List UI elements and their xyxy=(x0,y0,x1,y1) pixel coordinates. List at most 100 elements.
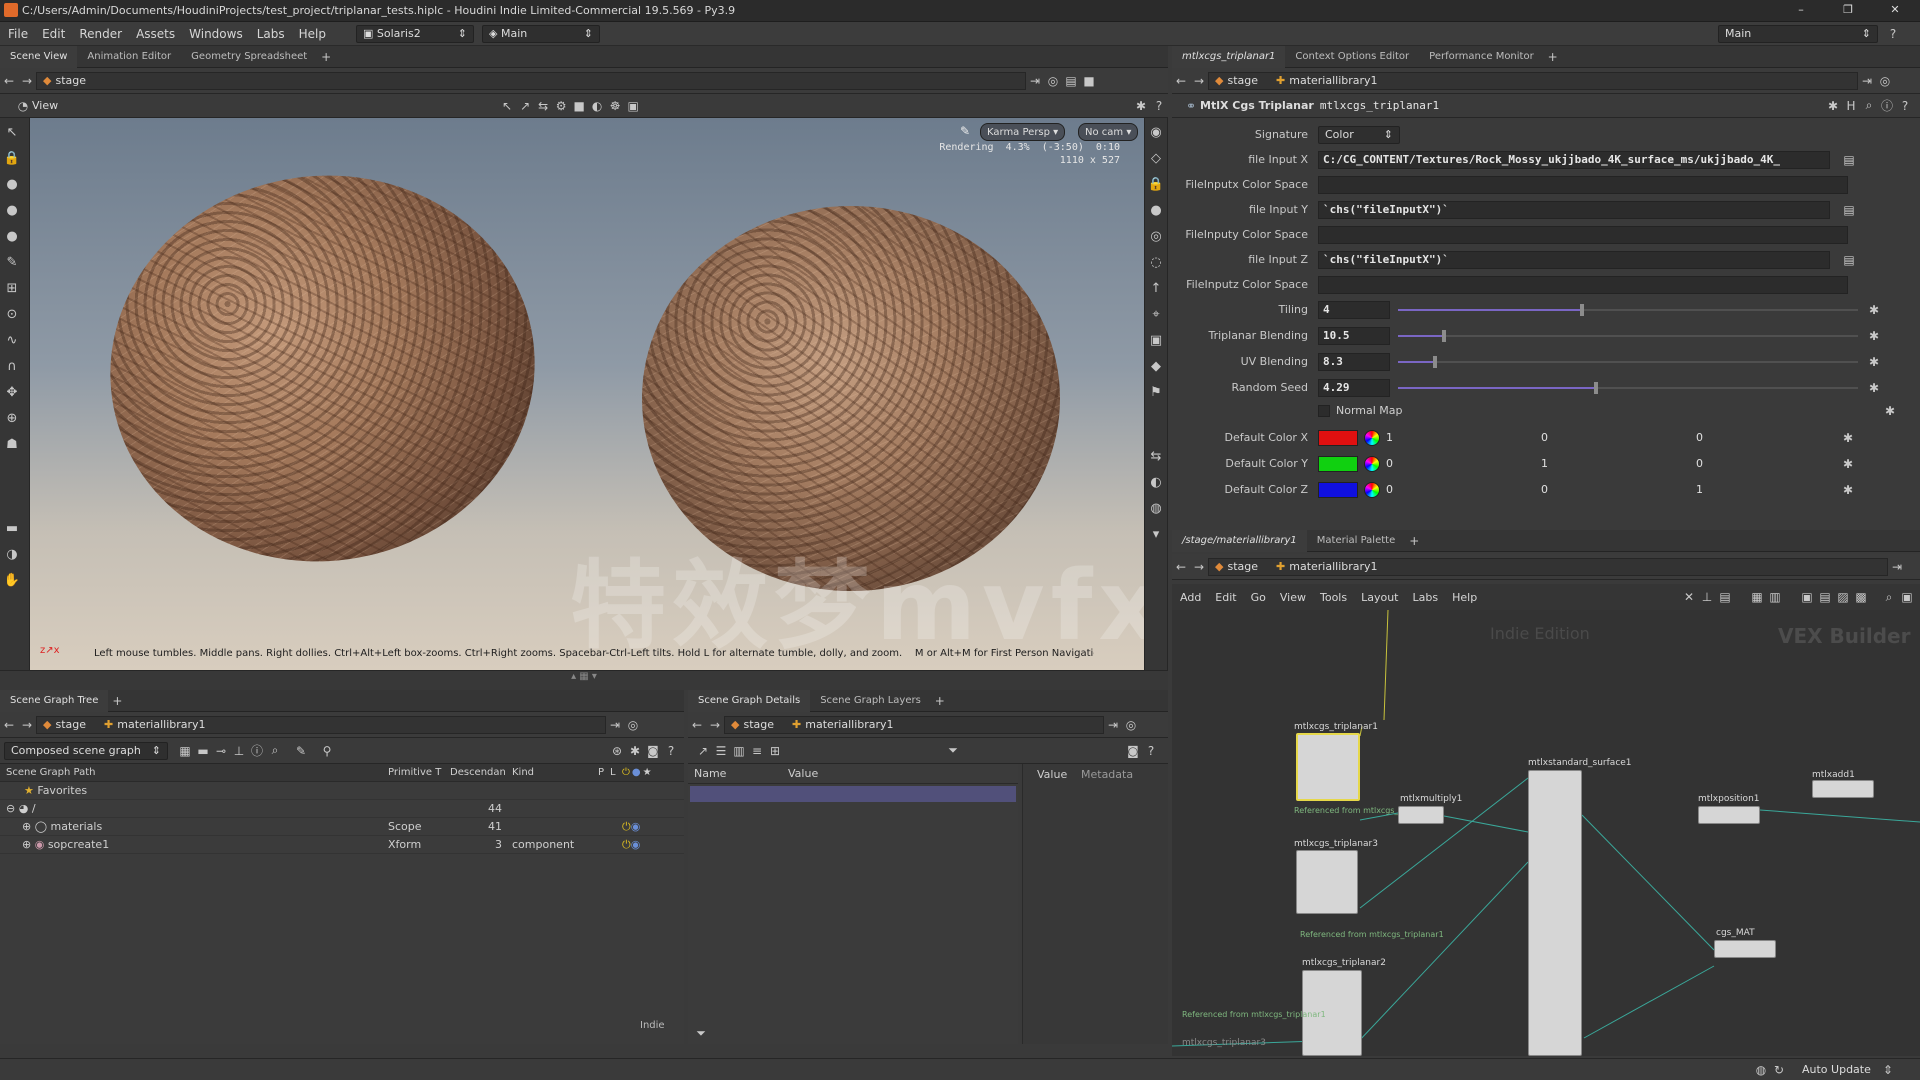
remove-icon[interactable]: ▬ xyxy=(194,742,212,760)
tiling-slider[interactable] xyxy=(1398,301,1858,319)
pin-icon[interactable]: ⇥ xyxy=(1026,72,1044,90)
lock-icon[interactable]: 🔒 xyxy=(0,146,24,170)
right-context-dropdown[interactable]: Main ⇕ xyxy=(1718,24,1878,43)
display-layer-icon[interactable]: ▣ xyxy=(1145,328,1167,352)
hand-icon[interactable]: ✋ xyxy=(0,568,24,592)
tab-param-node[interactable]: mtlxcgs_triplanar1 xyxy=(1172,45,1286,68)
gear-icon[interactable]: ✱ xyxy=(1882,404,1898,418)
tab-network-path[interactable]: /stage/materiallibrary1 xyxy=(1172,529,1307,552)
snap-icon[interactable]: ⇆ xyxy=(534,97,552,115)
info-icon[interactable]: ⓘ xyxy=(248,742,266,760)
camera-icon[interactable]: ◙ xyxy=(644,742,662,760)
color-y-g[interactable]: 1 xyxy=(1535,457,1690,470)
col-primitive-type[interactable]: Primitive T xyxy=(388,767,450,778)
chat-icon[interactable]: ◍ xyxy=(1752,1061,1770,1079)
shadow-icon[interactable]: ◐ xyxy=(1145,470,1167,494)
file-input-x-field[interactable]: C:/CG_CONTENT/Textures/Rock_Mossy_ukjjba… xyxy=(1318,150,1830,169)
tree-row[interactable]: ⊕ ◉ sopcreate1 Xform 3 component ⏻ ◉ xyxy=(0,836,684,854)
path-stage[interactable]: ◆ stage xyxy=(36,71,1026,90)
node-mtlxposition1[interactable] xyxy=(1698,806,1760,824)
select-mode-icon[interactable]: ↖ xyxy=(498,97,516,115)
tab-scene-graph-layers[interactable]: Scene Graph Layers xyxy=(810,690,931,712)
wrench-icon[interactable]: ✕ xyxy=(1680,588,1698,606)
node-name[interactable]: mtlxcgs_triplanar1 xyxy=(1320,99,1439,112)
chevron-up-down-icon[interactable]: ⇕ xyxy=(1879,1061,1897,1079)
ghost-display-icon[interactable]: ◇ xyxy=(1145,146,1167,170)
display-options-icon[interactable]: ✱ xyxy=(1132,97,1150,115)
forward-icon[interactable]: → xyxy=(1190,72,1208,90)
visibility-toggle-icon[interactable]: ◉ xyxy=(631,820,641,833)
badge-icon[interactable]: ▣ xyxy=(1798,588,1816,606)
collapse-icon[interactable]: ⊖ xyxy=(6,802,15,815)
network-canvas[interactable]: Indie Edition VEX Builder mtlxcgs_tripla… xyxy=(1172,610,1920,1056)
camera-icon[interactable]: ◙ xyxy=(1124,742,1142,760)
tab-scene-graph-tree[interactable]: Scene Graph Tree xyxy=(0,689,109,712)
net-menu-view[interactable]: View xyxy=(1280,591,1306,604)
pane-splitter[interactable]: ▴ ▦ ▾ xyxy=(0,670,1168,690)
color-wheel-icon[interactable] xyxy=(1364,455,1380,472)
search-icon[interactable]: ⌕ xyxy=(1860,97,1878,115)
tab-metadata[interactable]: Metadata xyxy=(1081,768,1133,781)
sgd-path[interactable]: ◆ stage ✚ materiallibrary1 xyxy=(724,715,1104,734)
collection-icon[interactable]: ▦ xyxy=(176,742,194,760)
pin-icon[interactable]: ⇥ xyxy=(606,716,624,734)
tree-icon[interactable]: ⊞ xyxy=(766,742,784,760)
network-path[interactable]: ◆ stage ✚ materiallibrary1 xyxy=(1208,557,1888,576)
net-menu-go[interactable]: Go xyxy=(1251,591,1266,604)
color-z-g[interactable]: 0 xyxy=(1535,483,1690,496)
add-tab-icon[interactable]: + xyxy=(108,692,126,710)
gear-icon[interactable]: ✱ xyxy=(1866,329,1882,343)
back-icon[interactable]: ← xyxy=(0,716,18,734)
tab-scene-graph-details[interactable]: Scene Graph Details xyxy=(688,689,811,712)
flip-icon[interactable]: ⇆ xyxy=(1145,444,1167,468)
color-x-swatch[interactable] xyxy=(1318,429,1358,446)
gear-icon[interactable]: ✱ xyxy=(1866,381,1882,395)
back-icon[interactable]: ← xyxy=(0,72,18,90)
node-mtlxstandard-surface1[interactable] xyxy=(1528,770,1582,1056)
split-icon[interactable]: ▤ xyxy=(1062,72,1080,90)
expand-icon[interactable]: ⊕ xyxy=(22,838,31,851)
settings-icon[interactable]: ✱ xyxy=(626,742,644,760)
color-z-b[interactable]: 1 xyxy=(1690,483,1840,496)
handle-tool-icon[interactable]: ⊙ xyxy=(0,302,24,326)
maximize-pane-icon[interactable]: ■ xyxy=(1080,72,1098,90)
col-scene-graph-path[interactable]: Scene Graph Path xyxy=(0,767,388,778)
ghost-icon[interactable]: ◑ xyxy=(0,542,24,566)
eye-icon[interactable]: ◉ xyxy=(1145,120,1167,144)
uv-blending-slider[interactable] xyxy=(1398,353,1858,371)
menu-render[interactable]: Render xyxy=(79,27,122,41)
render-icon[interactable]: ⚙ xyxy=(552,97,570,115)
menu-file[interactable]: File xyxy=(8,27,28,41)
list-view-icon[interactable]: ▥ xyxy=(1766,588,1784,606)
link-prims-icon[interactable]: ⊸ xyxy=(212,742,230,760)
gear-icon[interactable]: ✱ xyxy=(1866,355,1882,369)
pipette-icon[interactable]: ✎ xyxy=(956,122,974,140)
cam-menu[interactable]: No cam ▾ xyxy=(1078,123,1139,141)
desktop-dropdown[interactable]: ▣ Solaris2 ⇕ xyxy=(356,24,474,43)
back-icon[interactable]: ← xyxy=(1172,72,1190,90)
camera-settings-icon[interactable]: ☸ xyxy=(606,97,624,115)
color-wheel-icon[interactable] xyxy=(1364,481,1380,498)
link-icon[interactable]: ◎ xyxy=(1122,716,1140,734)
image-icon[interactable]: ▨ xyxy=(1834,588,1852,606)
add-tab-icon[interactable]: + xyxy=(1405,532,1423,550)
node-cgs-mat[interactable] xyxy=(1714,940,1776,958)
node-mtlxadd1[interactable] xyxy=(1812,780,1874,798)
tab-animation-editor[interactable]: Animation Editor xyxy=(77,46,181,68)
pin-icon[interactable]: ⇥ xyxy=(1104,716,1122,734)
grid-view-icon[interactable]: ▦ xyxy=(1748,588,1766,606)
maximize-button[interactable]: ❐ xyxy=(1833,3,1863,19)
node-mtlxmultiply1[interactable] xyxy=(1398,806,1444,824)
color-y-swatch[interactable] xyxy=(1318,455,1358,472)
auto-update-label[interactable]: Auto Update xyxy=(1802,1063,1871,1076)
tab-material-palette[interactable]: Material Palette xyxy=(1307,530,1405,552)
color-x-b[interactable]: 0 xyxy=(1690,431,1840,444)
active-toggle-icon[interactable]: ⏻ xyxy=(622,838,631,852)
pan-tool-icon[interactable]: ✥ xyxy=(0,380,24,404)
display-icon[interactable]: ▬ xyxy=(0,516,24,540)
forward-icon[interactable]: → xyxy=(18,72,36,90)
hierarchy-icon[interactable]: ⊥ xyxy=(230,742,248,760)
search-icon[interactable]: ⌕ xyxy=(266,742,284,760)
pin-icon[interactable]: ⇥ xyxy=(1888,558,1906,576)
color-z-swatch[interactable] xyxy=(1318,481,1358,498)
